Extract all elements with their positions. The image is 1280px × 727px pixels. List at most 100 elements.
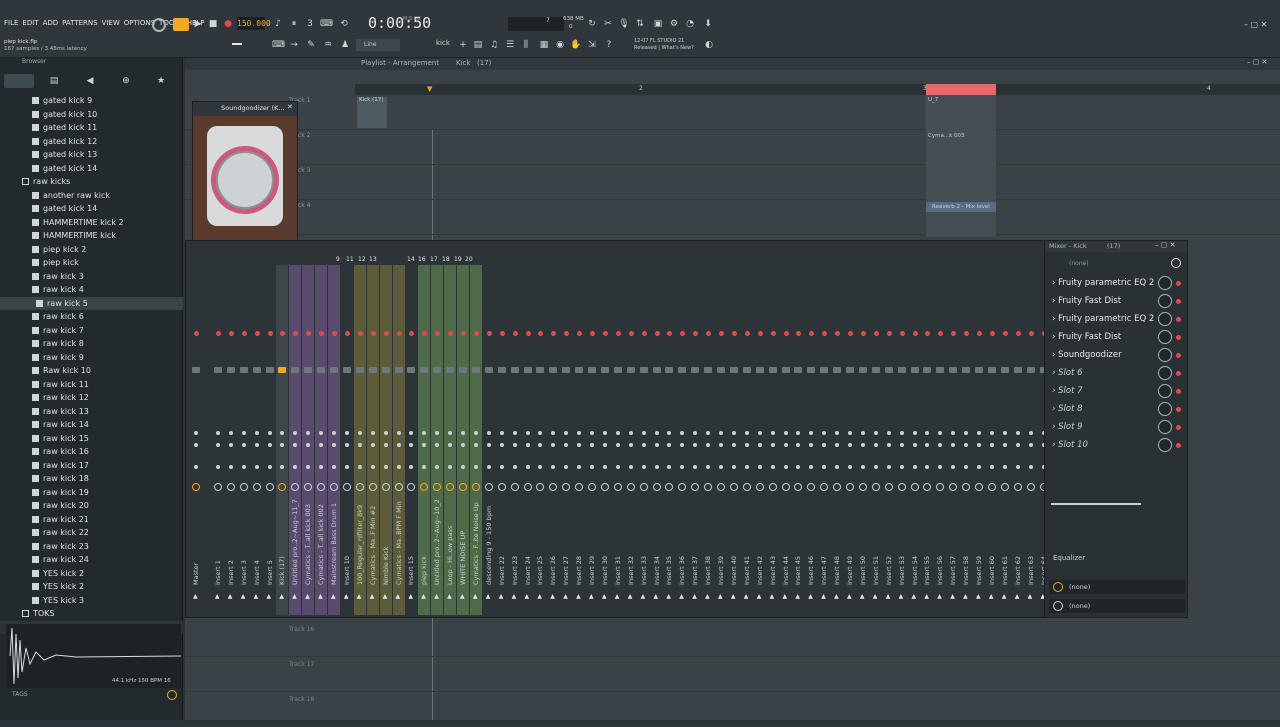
strip-control-dot[interactable] <box>860 431 865 435</box>
route-arrow-icon[interactable]: ▲ <box>602 593 607 600</box>
insert-label[interactable]: Insert 4 <box>253 513 261 585</box>
strip-control-dot[interactable] <box>357 465 362 469</box>
mute-led[interactable] <box>899 331 905 336</box>
help-icon[interactable]: ? <box>603 39 615 51</box>
strip-control-dot[interactable] <box>525 465 530 469</box>
master-pitch-slider[interactable] <box>232 43 242 45</box>
send-knob[interactable] <box>936 483 945 491</box>
volume-fader[interactable] <box>626 367 635 373</box>
browser-file[interactable]: raw kick 5 <box>0 296 183 310</box>
strip-control-dot[interactable] <box>912 443 917 447</box>
mixer-strip[interactable]: Kick (17) ▲ <box>276 265 289 615</box>
strip-control-dot[interactable] <box>422 431 427 435</box>
route-arrow-icon[interactable]: ▲ <box>486 593 491 600</box>
slot-mix-knob[interactable] <box>1158 366 1172 380</box>
mixer-strip[interactable]: Master ▲ <box>190 265 202 615</box>
strip-control-dot[interactable] <box>293 443 298 447</box>
send-knob[interactable] <box>471 483 480 491</box>
browser-file[interactable]: raw kick 14 <box>0 418 183 432</box>
route-arrow-icon[interactable]: ▲ <box>576 593 581 600</box>
mute-led[interactable] <box>912 331 918 336</box>
strip-control-dot[interactable] <box>938 431 943 435</box>
route-arrow-icon[interactable]: ▲ <box>912 593 917 600</box>
strip-control-dot[interactable] <box>770 443 775 447</box>
send-knob[interactable] <box>975 483 983 491</box>
menu-patterns[interactable]: PATTERNS <box>62 19 97 27</box>
mute-led[interactable] <box>370 331 376 336</box>
volume-fader[interactable] <box>317 367 326 373</box>
mixer-strip[interactable]: Insert 49 ▲ <box>844 265 856 615</box>
mixer-strip[interactable]: piep kick ▲ <box>418 265 431 615</box>
mixer-window-controls[interactable]: – ▢ ✕ <box>1155 241 1175 249</box>
slot-enable-led[interactable] <box>1176 425 1181 430</box>
browser-file[interactable]: raw kick 4 <box>0 283 183 297</box>
route-arrow-icon[interactable]: ▲ <box>550 593 555 600</box>
mute-led[interactable] <box>306 331 312 336</box>
insert-label[interactable]: Insert 29 <box>588 513 596 585</box>
volume-fader[interactable] <box>910 367 919 373</box>
strip-control-dot[interactable] <box>628 443 633 447</box>
strip-control-dot[interactable] <box>241 465 246 469</box>
mixer-strip[interactable]: Insert 5 ▲ <box>264 265 276 615</box>
browser-file[interactable]: raw kick 11 <box>0 378 183 392</box>
strip-control-dot[interactable] <box>344 431 349 435</box>
strip-control-dot[interactable] <box>564 465 569 469</box>
insert-label[interactable]: Untitled pro..2~Aug~10_2 <box>433 499 441 585</box>
wait-input-icon[interactable]: ⏸ <box>288 18 300 30</box>
strip-control-dot[interactable] <box>590 431 594 435</box>
strip-control-dot[interactable] <box>332 443 336 447</box>
strip-control-dot[interactable] <box>1015 465 1020 469</box>
export-icon[interactable]: ⬇ <box>702 18 714 30</box>
route-arrow-icon[interactable]: ▲ <box>731 593 736 600</box>
volume-fader[interactable] <box>252 367 261 373</box>
strip-control-dot[interactable] <box>886 443 891 447</box>
insert-label[interactable]: Insert 35 <box>665 513 673 585</box>
mute-led[interactable] <box>977 331 982 336</box>
send-knob[interactable] <box>626 483 635 491</box>
mute-led[interactable] <box>383 331 389 336</box>
browser-file[interactable]: piep kick 2 <box>0 243 183 257</box>
browser-tab-project-icon[interactable]: ▤ <box>48 75 60 87</box>
insert-label[interactable]: Kick (17) <box>278 513 286 585</box>
browser-folder[interactable]: raw kicks <box>0 175 183 189</box>
send-knob[interactable] <box>807 483 816 491</box>
strip-control-dot[interactable] <box>641 431 646 435</box>
strip-control-dot[interactable] <box>370 465 375 469</box>
volume-fader[interactable] <box>613 367 622 373</box>
send-knob[interactable] <box>600 483 609 491</box>
mixer-strip[interactable]: Insert 54 ▲ <box>909 265 921 615</box>
send-knob[interactable] <box>639 483 648 491</box>
strip-control-dot[interactable] <box>473 443 478 447</box>
mixer-strip[interactable]: Insert 34 ▲ <box>651 265 663 615</box>
browser-file[interactable]: gated kick 11 <box>0 121 183 135</box>
effect-slot[interactable]: › Slot 9 <box>1052 418 1181 436</box>
insert-label[interactable]: Cymatics - F..ite Noise Up <box>472 502 480 585</box>
step-edit-icon[interactable]: ⌨ <box>320 18 333 30</box>
strip-control-dot[interactable] <box>977 431 981 435</box>
route-arrow-icon[interactable]: ▲ <box>305 593 310 600</box>
send-knob[interactable] <box>768 483 777 491</box>
mixer-strip[interactable]: Insert 25 ▲ <box>534 265 546 615</box>
pattern-add-icon[interactable]: + <box>457 39 469 51</box>
volume-fader[interactable] <box>820 367 829 373</box>
volume-fader[interactable] <box>1000 367 1009 373</box>
send-knob[interactable] <box>1013 483 1022 491</box>
strip-control-dot[interactable] <box>719 465 723 469</box>
route-arrow-icon[interactable]: ▲ <box>950 593 955 600</box>
mixer-strip[interactable]: Insert 23 ▲ <box>509 265 521 615</box>
timeline-ruler[interactable]: 2 3 4 ▼ <box>355 84 1280 95</box>
mixer-strip[interactable]: Insert 48 ▲ <box>831 265 843 615</box>
route-arrow-icon[interactable]: ▲ <box>615 593 620 600</box>
strip-control-dot[interactable] <box>448 443 453 447</box>
mute-led[interactable] <box>719 331 724 336</box>
browser-file[interactable]: piep kick <box>0 256 183 270</box>
browser-file[interactable]: raw kick 3 <box>0 270 183 284</box>
insert-label[interactable]: Insert 26 <box>549 513 557 585</box>
send-knob[interactable] <box>291 483 300 491</box>
send-knob[interactable] <box>407 483 416 491</box>
strip-control-dot[interactable] <box>241 443 246 447</box>
mute-led[interactable] <box>938 331 944 336</box>
strip-control-dot[interactable] <box>602 465 607 469</box>
strip-control-dot[interactable] <box>577 443 582 447</box>
route-arrow-icon[interactable]: ▲ <box>873 593 878 600</box>
